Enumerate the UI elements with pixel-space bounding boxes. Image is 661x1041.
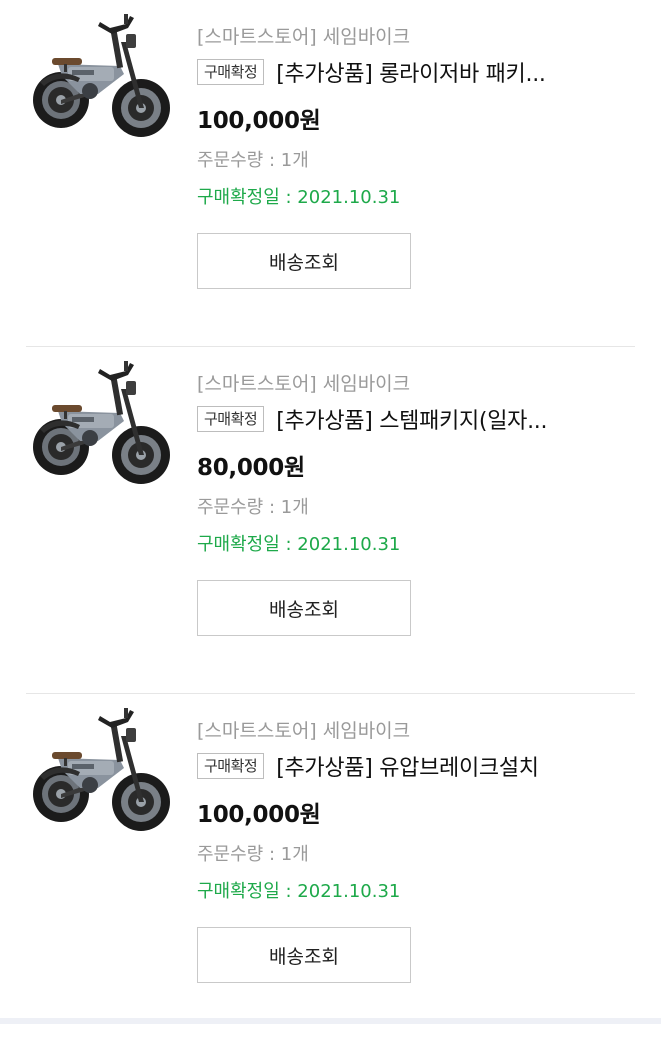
track-delivery-button[interactable]: 배송조회	[197, 927, 411, 983]
product-title[interactable]: [추가상품] 스템패키지(일자...	[276, 403, 547, 435]
purchase-confirmed-badge: 구매확정	[197, 406, 265, 432]
confirm-date: 구매확정일 : 2021.10.31	[197, 881, 401, 902]
confirm-date: 구매확정일 : 2021.10.31	[197, 534, 401, 555]
store-name[interactable]: [스마트스토어] 세임바이크	[197, 369, 410, 396]
order-item[interactable]: [스마트스토어] 세임바이크 구매확정 [추가상품] 스템패키지(일자... 8…	[0, 347, 661, 694]
title-row: 구매확정 [추가상품] 스템패키지(일자...	[197, 403, 627, 435]
store-name[interactable]: [스마트스토어] 세임바이크	[197, 716, 410, 743]
confirm-date: 구매확정일 : 2021.10.31	[197, 187, 401, 208]
bike-product-image[interactable]	[28, 706, 173, 831]
product-title[interactable]: [추가상품] 롱라이저바 패키...	[276, 56, 545, 88]
track-delivery-button[interactable]: 배송조회	[197, 580, 411, 636]
store-name[interactable]: [스마트스토어] 세임바이크	[197, 22, 410, 49]
purchase-confirmed-badge: 구매확정	[197, 753, 265, 779]
order-quantity: 주문수량 : 1개	[197, 150, 309, 171]
order-quantity: 주문수량 : 1개	[197, 497, 309, 518]
bike-product-image[interactable]	[28, 12, 173, 137]
product-title[interactable]: [추가상품] 유압브레이크설치	[276, 750, 539, 782]
order-item[interactable]: [스마트스토어] 세임바이크 구매확정 [추가상품] 롱라이저바 패키... 1…	[0, 0, 661, 347]
product-price: 100,000원	[197, 802, 321, 828]
title-row: 구매확정 [추가상품] 롱라이저바 패키...	[197, 56, 627, 88]
order-item[interactable]: [스마트스토어] 세임바이크 구매확정 [추가상품] 유압브레이크설치 100,…	[0, 694, 661, 1041]
bike-product-image[interactable]	[28, 359, 173, 484]
product-price: 100,000원	[197, 108, 321, 134]
product-price: 80,000원	[197, 455, 305, 481]
order-list: [스마트스토어] 세임바이크 구매확정 [추가상품] 롱라이저바 패키... 1…	[0, 0, 661, 1041]
order-quantity: 주문수량 : 1개	[197, 844, 309, 865]
purchase-confirmed-badge: 구매확정	[197, 59, 265, 85]
track-delivery-button[interactable]: 배송조회	[197, 233, 411, 289]
bottom-bar	[0, 1018, 661, 1024]
title-row: 구매확정 [추가상품] 유압브레이크설치	[197, 750, 627, 782]
